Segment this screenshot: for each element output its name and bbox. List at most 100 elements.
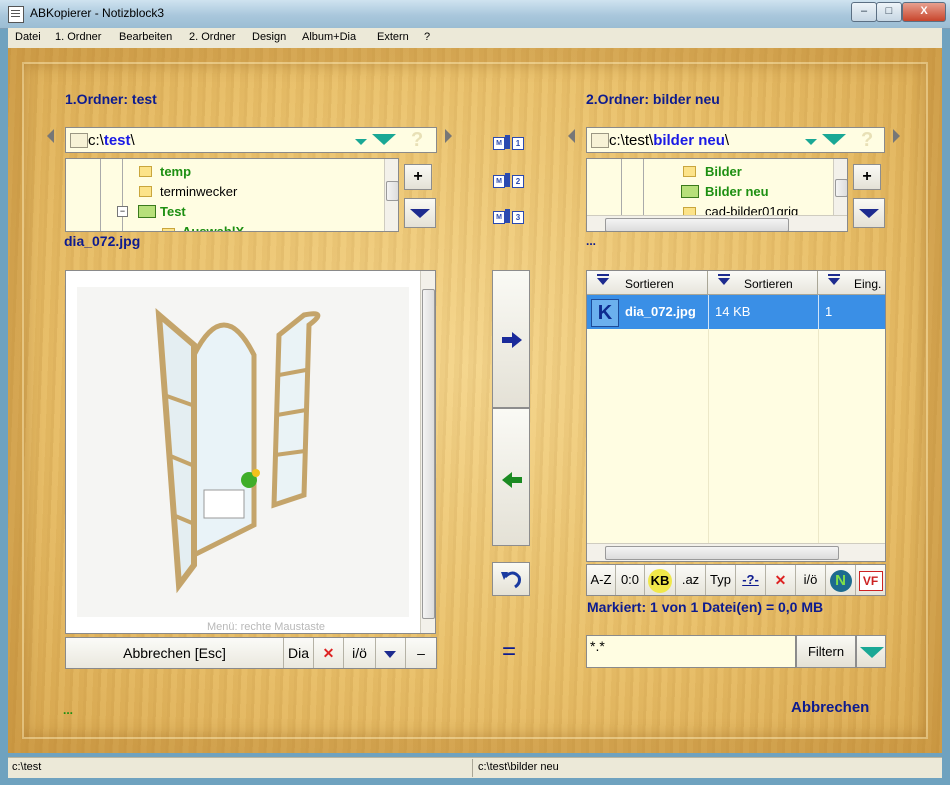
right-path-box[interactable]: c:\test\bilder neu\ ?: [586, 127, 885, 153]
dia-button[interactable]: Dia: [284, 638, 314, 668]
path-dropdown-icon[interactable]: [822, 134, 846, 145]
column-header-count[interactable]: Eing.: [818, 271, 885, 295]
sort-toolbar: A-Z 0:0 KB .az Typ -?- ✕ i/ö N VF: [586, 564, 886, 596]
folder-icon: [162, 228, 175, 231]
menu-ordner2[interactable]: 2. Ordner: [189, 31, 235, 43]
help-icon[interactable]: ?: [411, 129, 423, 152]
scroll-thumb[interactable]: [605, 218, 789, 231]
n-logo-icon[interactable]: N: [826, 565, 856, 595]
left-more-button[interactable]: [376, 638, 406, 668]
collapse-toggle[interactable]: −: [117, 206, 128, 217]
right-folder-tree[interactable]: Bilder Bilder neu cad-bilder01grig: [586, 158, 848, 232]
scroll-thumb[interactable]: [835, 179, 847, 197]
folder-icon: [591, 133, 609, 148]
sort-unknown-button[interactable]: -?-: [736, 565, 766, 595]
chevron-down-icon: [860, 647, 884, 658]
tree-vscrollbar[interactable]: [833, 159, 847, 215]
tree-item-auswahlx[interactable]: AuswahlX: [182, 224, 244, 231]
sort-ext-button[interactable]: .az: [676, 565, 706, 595]
scroll-thumb[interactable]: [386, 181, 398, 201]
history-dropdown-icon[interactable]: [355, 139, 367, 145]
abbrechen-link[interactable]: Abbrechen: [791, 699, 869, 716]
sort-size-button[interactable]: KB: [645, 565, 676, 595]
tree-hscrollbar[interactable]: [587, 215, 847, 231]
tree-item-bilder[interactable]: Bilder: [705, 164, 742, 179]
sort-type-button[interactable]: Typ: [706, 565, 736, 595]
sort-icon: [718, 274, 730, 285]
maximize-button[interactable]: □: [876, 2, 902, 22]
tree-item-terminwecker[interactable]: terminwecker: [160, 184, 237, 199]
open-folder-icon: [138, 205, 156, 218]
status-right: c:\test\bilder neu: [478, 761, 559, 773]
copy-left-button[interactable]: [492, 408, 530, 546]
left-folder-heading: 1.Ordner: test: [65, 91, 157, 107]
marker-3[interactable]: M 3: [493, 209, 525, 225]
table-row[interactable]: K dia_072.jpg 14 KB 1: [587, 295, 885, 329]
undo-button[interactable]: [492, 562, 530, 596]
help-icon[interactable]: ?: [861, 129, 873, 152]
arrow-right-icon: [502, 332, 522, 348]
left-down-button[interactable]: [404, 198, 436, 228]
menu-design[interactable]: Design: [252, 31, 286, 43]
delete-icon[interactable]: ✕: [314, 638, 344, 668]
filter-dropdown-button[interactable]: [856, 635, 886, 668]
right-down-button[interactable]: [853, 198, 885, 228]
right-add-folder-button[interactable]: +: [853, 164, 881, 190]
menu-bar: Datei 1. Ordner Bearbeiten 2. Ordner Des…: [8, 28, 942, 49]
tree-line: [621, 159, 622, 215]
image-preview[interactable]: Menü: rechte Maustaste: [65, 270, 436, 634]
notepad-icon: [8, 6, 24, 23]
preview-scrollbar[interactable]: [420, 271, 435, 633]
minimize-button[interactable]: –: [851, 2, 877, 22]
open-folder-icon: [681, 185, 699, 198]
menu-album-dia[interactable]: Album+Dia: [302, 31, 356, 43]
delete-icon[interactable]: ✕: [766, 565, 796, 595]
column-divider: [708, 295, 709, 329]
left-add-folder-button[interactable]: +: [404, 164, 432, 190]
left-path-box[interactable]: c:\test\ ?: [65, 127, 437, 153]
left-folder-tree[interactable]: temp terminwecker − Test AuswahlX: [65, 158, 399, 232]
path-dropdown-icon[interactable]: [372, 134, 396, 145]
tree-item-test[interactable]: Test: [160, 204, 186, 219]
left-next-arrow[interactable]: [445, 129, 452, 143]
menu-bearbeiten[interactable]: Bearbeiten: [119, 31, 172, 43]
menu-ordner1[interactable]: 1. Ordner: [55, 31, 101, 43]
close-button[interactable]: X: [902, 2, 946, 22]
tree-line: [100, 159, 101, 231]
menu-extern[interactable]: Extern: [377, 31, 409, 43]
right-next-arrow[interactable]: [893, 129, 900, 143]
menu-datei[interactable]: Datei: [15, 31, 41, 43]
filter-input[interactable]: *.*: [586, 635, 796, 668]
history-dropdown-icon[interactable]: [805, 139, 817, 145]
right-io-button[interactable]: i/ö: [796, 565, 826, 595]
abbrechen-esc-button[interactable]: Abbrechen [Esc]: [66, 638, 284, 668]
scroll-thumb[interactable]: [422, 289, 435, 619]
status-divider: [472, 759, 473, 777]
column-header-size[interactable]: Sortieren: [708, 271, 818, 295]
undo-icon: [501, 571, 521, 589]
file-type-icon: K: [591, 299, 619, 327]
tree-item-temp[interactable]: temp: [160, 164, 191, 179]
tree-scrollbar[interactable]: [384, 159, 398, 231]
window-title: ABKopierer - Notizblock3: [30, 6, 165, 20]
right-prev-arrow[interactable]: [568, 129, 575, 143]
column-header-name[interactable]: Sortieren: [587, 271, 708, 295]
left-prev-arrow[interactable]: [47, 129, 54, 143]
sort-az-button[interactable]: A-Z: [587, 565, 616, 595]
sort-date-button[interactable]: 0:0: [616, 565, 645, 595]
list-hscrollbar[interactable]: [587, 543, 885, 561]
file-list[interactable]: Sortieren Sortieren Eing. K dia_072.jpg …: [586, 270, 886, 562]
cell-count: 1: [825, 304, 833, 319]
left-io-button[interactable]: i/ö: [344, 638, 376, 668]
tree-item-bilder-neu[interactable]: Bilder neu: [705, 184, 769, 199]
copy-right-button[interactable]: [492, 270, 530, 408]
marker-1[interactable]: M 1: [493, 135, 525, 151]
status-left: c:\test: [12, 761, 42, 773]
menu-help[interactable]: ?: [424, 31, 430, 43]
vf-logo-icon[interactable]: VF: [856, 565, 885, 595]
marker-2[interactable]: M 2: [493, 173, 525, 189]
scroll-thumb[interactable]: [605, 546, 839, 560]
filter-button[interactable]: Filtern: [796, 635, 856, 668]
cell-size: 14 KB: [715, 304, 751, 319]
minimize-preview-button[interactable]: –: [406, 638, 436, 668]
